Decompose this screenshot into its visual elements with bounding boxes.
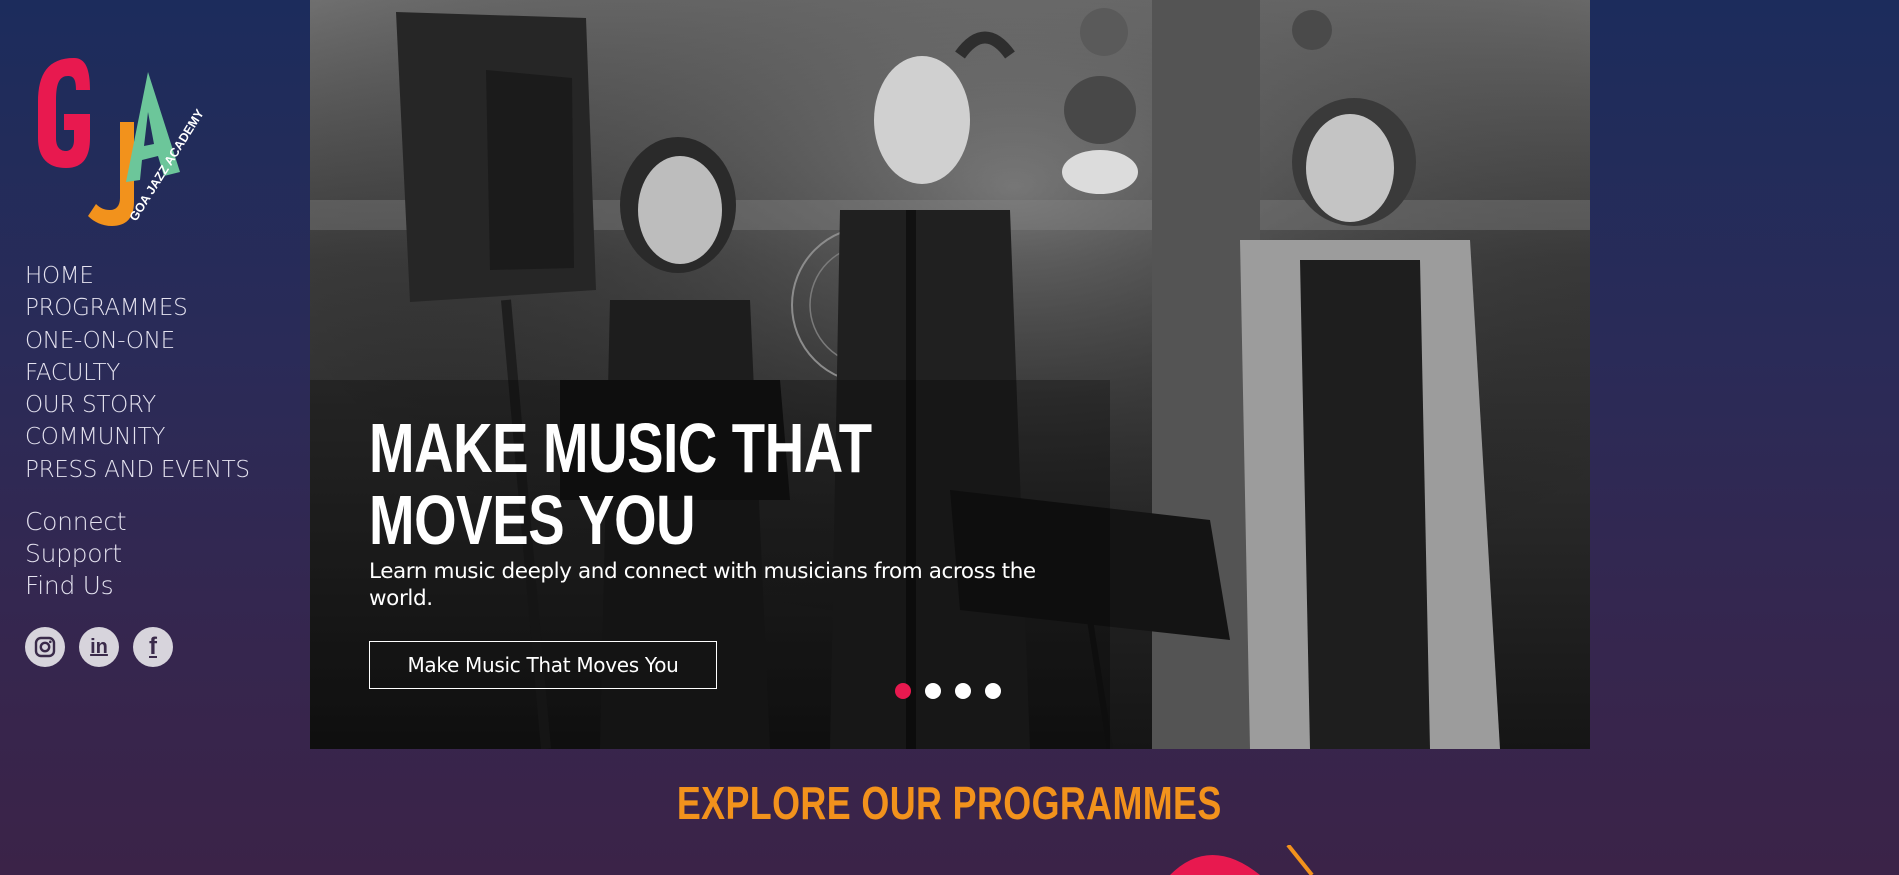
logo-mark: GOA JAZZ ACADEMY — [38, 58, 207, 226]
nav-programmes[interactable]: PROGRAMMES — [25, 292, 250, 324]
nav-community[interactable]: COMMUNITY — [25, 421, 250, 453]
slider-dot-4[interactable] — [985, 683, 1001, 699]
hero-cta-button[interactable]: Make Music That Moves You — [369, 641, 717, 689]
primary-nav: HOME PROGRAMMES ONE-ON-ONE FACULTY OUR S… — [25, 260, 250, 486]
nav-home[interactable]: HOME — [25, 260, 250, 292]
linkedin-icon[interactable]: in — [79, 627, 119, 667]
slider-dot-1[interactable] — [895, 683, 911, 699]
facebook-icon[interactable]: f — [133, 627, 173, 667]
academy-logo[interactable]: GOA JAZZ ACADEMY — [30, 52, 207, 227]
nav-support[interactable]: Support — [25, 538, 126, 570]
nav-press-and-events[interactable]: PRESS AND EVENTS — [25, 454, 250, 486]
nav-faculty[interactable]: FACULTY — [25, 357, 250, 389]
facebook-glyph: f — [149, 633, 157, 660]
nav-our-story[interactable]: OUR STORY — [25, 389, 250, 421]
slider-dot-2[interactable] — [925, 683, 941, 699]
hero-subtitle: Learn music deeply and connect with musi… — [369, 559, 1036, 611]
slider-dots — [895, 683, 1001, 699]
social-links: in f — [25, 627, 173, 667]
hero-slider: MAKE MUSIC THAT MOVES YOU Learn music de… — [310, 0, 1590, 749]
hero-photo — [310, 0, 1590, 749]
nav-one-on-one[interactable]: ONE-ON-ONE — [25, 325, 250, 357]
sidebar: GOA JAZZ ACADEMY HOME PROGRAMMES ONE-ON-… — [0, 0, 310, 875]
secondary-nav: Connect Support Find Us — [25, 506, 127, 602]
slider-dot-3[interactable] — [955, 683, 971, 699]
instagram-icon[interactable] — [25, 627, 65, 667]
linkedin-glyph: in — [90, 635, 108, 658]
explore-heading: EXPLORE OUR PROGRAMMES — [677, 777, 1222, 829]
nav-find-us[interactable]: Find Us — [25, 570, 126, 602]
explore-section: EXPLORE OUR PROGRAMMES — [0, 776, 1899, 830]
nav-connect[interactable]: Connect — [25, 506, 127, 538]
hero-title: MAKE MUSIC THAT MOVES YOU — [369, 409, 872, 559]
decorative-graphic — [1170, 845, 1314, 875]
